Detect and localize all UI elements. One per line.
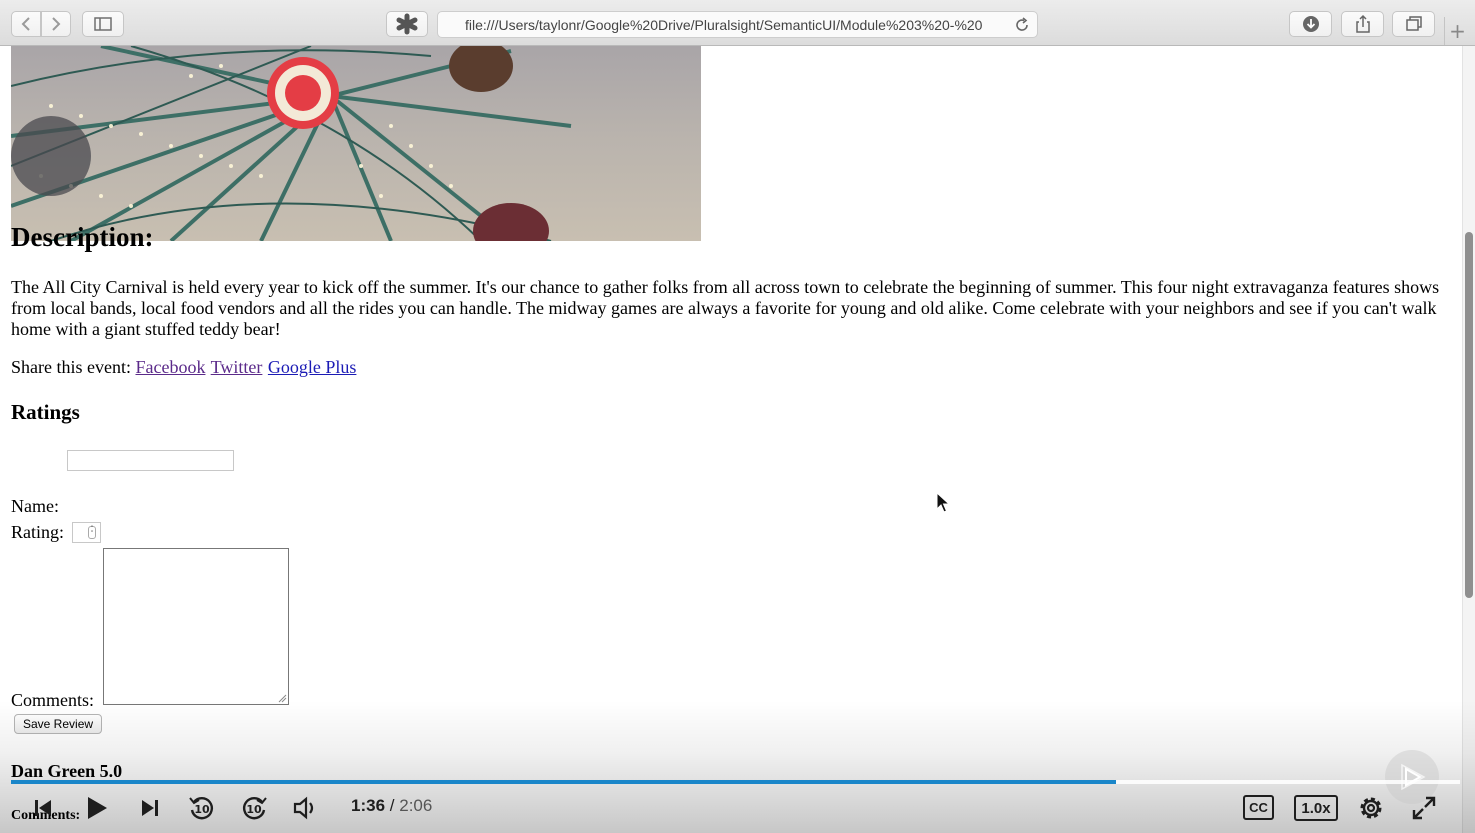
name-field[interactable] bbox=[67, 450, 234, 471]
resize-grip-icon[interactable] bbox=[278, 694, 287, 703]
cursor-icon bbox=[936, 492, 950, 513]
name-label: Name: bbox=[11, 496, 59, 516]
skip-back-icon bbox=[35, 800, 51, 816]
comments-textarea[interactable] bbox=[103, 548, 289, 705]
svg-text:10: 10 bbox=[194, 803, 210, 816]
rewind-10-button[interactable]: 10 bbox=[186, 792, 218, 824]
tabs-icon bbox=[1405, 16, 1422, 31]
ratings-heading: Ratings bbox=[11, 400, 80, 424]
volume-icon bbox=[293, 796, 314, 820]
spinner-icon[interactable]: ˄ ˅ bbox=[88, 526, 96, 539]
share-icon bbox=[1355, 14, 1370, 33]
rating-stepper[interactable]: ˄ ˅ bbox=[72, 522, 101, 543]
forward-10-icon: 10 bbox=[243, 797, 267, 820]
play-button[interactable] bbox=[81, 792, 113, 824]
share-button[interactable] bbox=[1341, 11, 1384, 37]
share-row: Share this event: Facebook Twitter Googl… bbox=[11, 357, 357, 378]
description-text: The All City Carnival is held every year… bbox=[11, 277, 1440, 339]
previous-clip-button[interactable] bbox=[27, 792, 59, 824]
skip-forward-icon bbox=[142, 800, 158, 816]
forward-10-button[interactable]: 10 bbox=[238, 792, 270, 824]
new-tab-button[interactable]: + bbox=[1444, 17, 1470, 45]
time-separator: / bbox=[389, 796, 395, 815]
sidebar-icon bbox=[94, 17, 112, 31]
page-scrollbar[interactable] bbox=[1462, 46, 1475, 833]
progress-bar[interactable] bbox=[11, 780, 1460, 784]
time-display: 1:36 / 2:06 bbox=[351, 796, 432, 816]
share-label: Share this event: bbox=[11, 357, 131, 377]
browser-toolbar: file:///Users/taylonr/Google%20Drive/Plu… bbox=[0, 0, 1475, 46]
twitter-link[interactable]: Twitter bbox=[211, 357, 263, 377]
reload-icon[interactable] bbox=[1014, 17, 1030, 33]
back-icon bbox=[21, 17, 30, 31]
settings-button[interactable] bbox=[1355, 792, 1387, 824]
rewind-10-icon: 10 bbox=[189, 797, 213, 820]
web-page bbox=[0, 46, 1462, 833]
facebook-link[interactable]: Facebook bbox=[135, 357, 205, 377]
fullscreen-button[interactable] bbox=[1408, 792, 1440, 824]
forward-button[interactable] bbox=[41, 11, 71, 37]
sidebar-button[interactable] bbox=[82, 11, 124, 37]
review-title: Dan Green 5.0 bbox=[11, 761, 123, 781]
ferris-wheel-image bbox=[11, 46, 572, 241]
google-plus-link[interactable]: Google Plus bbox=[268, 357, 357, 377]
next-clip-button[interactable] bbox=[134, 792, 166, 824]
volume-button[interactable] bbox=[290, 792, 322, 824]
forward-icon bbox=[52, 17, 61, 31]
rating-label: Rating: bbox=[11, 522, 64, 542]
tabs-button[interactable] bbox=[1392, 11, 1435, 37]
extension-button[interactable] bbox=[386, 11, 428, 37]
total-time: 2:06 bbox=[399, 796, 433, 815]
svg-text:10: 10 bbox=[246, 803, 262, 816]
downloads-button[interactable] bbox=[1289, 11, 1332, 37]
comments-label: Comments: bbox=[11, 690, 95, 710]
url-text: file:///Users/taylonr/Google%20Drive/Plu… bbox=[465, 16, 983, 33]
captions-button[interactable]: CC bbox=[1243, 795, 1274, 820]
progress-fill bbox=[11, 780, 1116, 784]
play-icon bbox=[88, 797, 107, 819]
description-heading: Description: bbox=[11, 222, 154, 252]
fullscreen-icon bbox=[1412, 796, 1436, 820]
download-icon bbox=[1302, 16, 1319, 32]
scrollbar-thumb[interactable] bbox=[1465, 232, 1473, 598]
carnival-photo bbox=[11, 46, 701, 241]
current-time: 1:36 bbox=[351, 796, 386, 815]
address-bar[interactable]: file:///Users/taylonr/Google%20Drive/Plu… bbox=[437, 11, 1038, 38]
save-review-button[interactable]: Save Review bbox=[14, 714, 103, 734]
playback-speed-button[interactable]: 1.0x bbox=[1294, 795, 1338, 821]
extension-icon bbox=[396, 13, 418, 35]
settings-icon bbox=[1360, 797, 1382, 819]
back-button[interactable] bbox=[11, 11, 41, 37]
